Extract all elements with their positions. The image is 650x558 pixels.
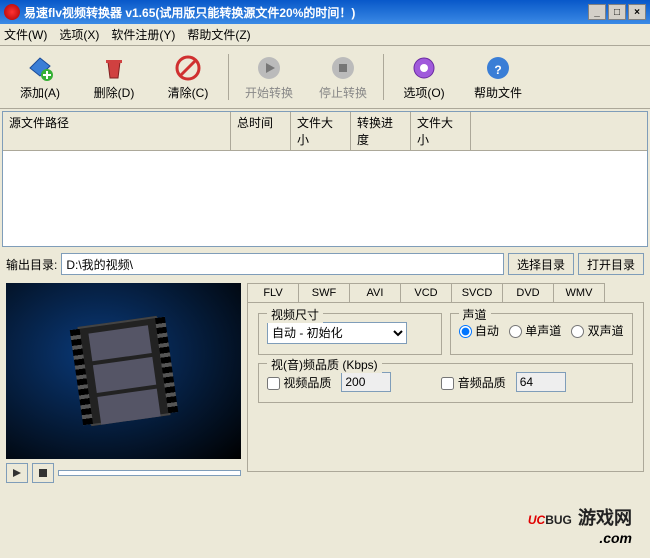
tab-svcd[interactable]: SVCD: [451, 283, 503, 302]
tab-dvd[interactable]: DVD: [502, 283, 554, 302]
window-title: 易速flv视频转换器 v1.65(试用版只能转换源文件20%的时间！): [24, 4, 588, 21]
start-icon: [255, 54, 283, 82]
col-size[interactable]: 文件大小: [291, 112, 351, 150]
channel-group: 声道 自动 单声道 双声道: [450, 313, 634, 355]
tab-swf[interactable]: SWF: [298, 283, 350, 302]
menu-help[interactable]: 帮助文件(Z): [187, 26, 250, 43]
output-path-input[interactable]: [61, 253, 504, 275]
stop-button[interactable]: 停止转换: [307, 50, 379, 104]
output-label: 输出目录:: [6, 256, 57, 273]
stop-icon: [329, 54, 357, 82]
filmstrip-icon: [77, 316, 170, 426]
menu-option[interactable]: 选项(X): [59, 26, 99, 43]
video-size-label: 视频尺寸: [267, 306, 323, 323]
delete-icon: [100, 54, 128, 82]
tab-wmv[interactable]: WMV: [553, 283, 605, 302]
seek-bar[interactable]: [58, 470, 241, 476]
options-button[interactable]: 选项(O): [388, 50, 460, 104]
start-button[interactable]: 开始转换: [233, 50, 305, 104]
app-icon: [4, 4, 20, 20]
col-duration[interactable]: 总时间: [231, 112, 291, 150]
menu-file[interactable]: 文件(W): [4, 26, 47, 43]
toolbar: 添加(A) 删除(D) 清除(C) 开始转换 停止转换 选项(O) ? 帮助文件: [0, 46, 650, 109]
add-button[interactable]: 添加(A): [4, 50, 76, 104]
open-dir-button[interactable]: 打开目录: [578, 253, 644, 275]
menubar: 文件(W) 选项(X) 软件注册(Y) 帮助文件(Z): [0, 24, 650, 46]
col-outsize[interactable]: 文件大小: [411, 112, 471, 150]
channel-label: 声道: [459, 306, 491, 323]
maximize-button[interactable]: □: [608, 4, 626, 20]
menu-register[interactable]: 软件注册(Y): [111, 26, 175, 43]
close-button[interactable]: ×: [628, 4, 646, 20]
file-list[interactable]: 源文件路径 总时间 文件大小 转换进度 文件大小: [2, 111, 648, 247]
channel-stereo[interactable]: 双声道: [571, 322, 623, 339]
watermark: UCBUG 游戏网 .com: [528, 504, 632, 546]
preview-image: [6, 283, 241, 459]
svg-text:?: ?: [494, 63, 501, 77]
audio-quality-check[interactable]: 音频品质: [441, 374, 505, 391]
quality-group: 视(音)频品质 (Kbps) 视频品质 音频品质: [258, 363, 633, 403]
video-quality-input[interactable]: [341, 372, 391, 392]
preview-panel: [6, 283, 241, 459]
help-icon: ?: [484, 54, 512, 82]
tab-avi[interactable]: AVI: [349, 283, 401, 302]
channel-mono[interactable]: 单声道: [509, 322, 561, 339]
quality-label: 视(音)频品质 (Kbps): [267, 356, 382, 373]
tab-flv[interactable]: FLV: [247, 283, 299, 302]
stop-preview-button[interactable]: [32, 463, 54, 483]
video-quality-check[interactable]: 视频品质: [267, 374, 331, 391]
settings-panel: FLV SWF AVI VCD SVCD DVD WMV 视频尺寸 自动 - 初…: [247, 283, 644, 483]
minimize-button[interactable]: _: [588, 4, 606, 20]
clear-button[interactable]: 清除(C): [152, 50, 224, 104]
channel-auto[interactable]: 自动: [459, 322, 499, 339]
video-size-select[interactable]: 自动 - 初始化: [267, 322, 407, 344]
format-tabs: FLV SWF AVI VCD SVCD DVD WMV: [247, 283, 644, 302]
video-size-group: 视频尺寸 自动 - 初始化: [258, 313, 442, 355]
toolbar-divider: [228, 54, 229, 100]
toolbar-divider: [383, 54, 384, 100]
list-header: 源文件路径 总时间 文件大小 转换进度 文件大小: [3, 112, 647, 151]
clear-icon: [174, 54, 202, 82]
preview-controls: [6, 463, 241, 483]
delete-button[interactable]: 删除(D): [78, 50, 150, 104]
options-icon: [410, 54, 438, 82]
titlebar: 易速flv视频转换器 v1.65(试用版只能转换源文件20%的时间！) _ □ …: [0, 0, 650, 24]
col-progress[interactable]: 转换进度: [351, 112, 411, 150]
add-icon: [26, 54, 54, 82]
col-path[interactable]: 源文件路径: [3, 112, 231, 150]
choose-dir-button[interactable]: 选择目录: [508, 253, 574, 275]
play-button[interactable]: [6, 463, 28, 483]
audio-quality-input[interactable]: [516, 372, 566, 392]
help-button[interactable]: ? 帮助文件: [462, 50, 534, 104]
tab-vcd[interactable]: VCD: [400, 283, 452, 302]
output-row: 输出目录: 选择目录 打开目录: [0, 249, 650, 279]
